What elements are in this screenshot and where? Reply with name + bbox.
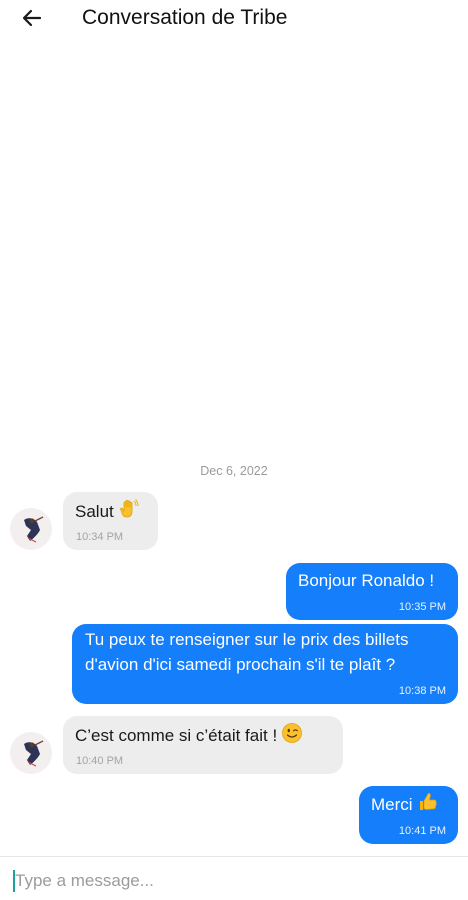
message-bubble-outgoing[interactable]: Merci 10:41 PM — [359, 786, 458, 844]
message-text: Merci — [371, 795, 413, 814]
winking-face-icon — [281, 722, 303, 752]
message-text-line: Tu peux te renseigner sur le prix des bi… — [85, 630, 409, 649]
message-bubble-incoming[interactable]: Salut 10:34 PM — [63, 492, 158, 550]
message-bubble-outgoing[interactable]: Tu peux te renseigner sur le prix des bi… — [72, 624, 458, 704]
message-time: 10:34 PM — [76, 531, 124, 543]
avatar[interactable] — [10, 732, 52, 774]
message-text: Bonjour Ronaldo ! — [298, 571, 435, 590]
message-time: 10:41 PM — [398, 825, 446, 837]
message-bubble-incoming[interactable]: C’est comme si c’était fait ! 10:40 PM — [63, 716, 343, 774]
date-separator: Dec 6, 2022 — [200, 464, 268, 478]
thumbs-up-icon — [417, 791, 439, 821]
message-composer — [12, 866, 452, 896]
composer-divider — [0, 856, 468, 857]
message-time: 10:40 PM — [76, 755, 124, 767]
conversation-title: Conversation de Tribe — [82, 6, 288, 29]
message-bubble-outgoing[interactable]: Bonjour Ronaldo ! 10:35 PM — [286, 563, 458, 620]
message-text-line: d'avion d'ici samedi prochain s'il te pl… — [85, 655, 396, 674]
message-text: Salut — [75, 502, 114, 521]
message-time: 10:35 PM — [398, 601, 446, 613]
message-input[interactable] — [12, 866, 452, 896]
back-button[interactable] — [18, 4, 46, 32]
waving-hand-icon — [118, 498, 140, 528]
text-caret — [13, 870, 15, 892]
message-text: C’est comme si c’était fait ! — [75, 726, 278, 745]
avatar-image — [10, 508, 52, 550]
message-time: 10:38 PM — [398, 685, 446, 697]
arrow-left-icon[interactable] — [20, 6, 44, 30]
avatar-image — [10, 732, 52, 774]
app-header: Conversation de Tribe — [0, 0, 468, 40]
avatar[interactable] — [10, 508, 52, 550]
